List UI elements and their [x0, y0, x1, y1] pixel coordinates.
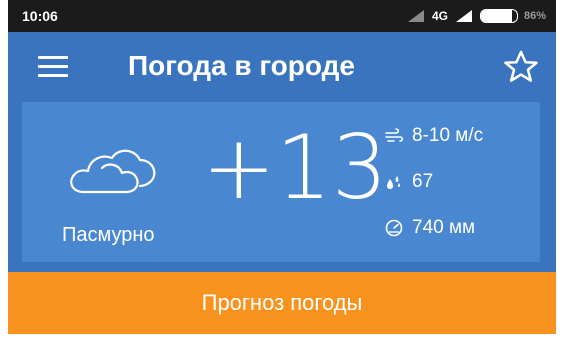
status-time: 10:06 — [22, 8, 58, 24]
forecast-button[interactable]: Прогноз погоды — [8, 272, 556, 334]
network-type: 4G — [431, 9, 448, 23]
humidity-icon — [387, 176, 400, 189]
battery-percent: 86% — [523, 10, 546, 22]
wind-icon — [385, 128, 404, 142]
battery-icon — [479, 9, 518, 23]
gauge-icon — [385, 219, 403, 237]
star-outline-icon[interactable] — [502, 48, 540, 86]
signal-icon — [455, 10, 472, 22]
weather-screen: 10:06 4G 86% Погода в городе Пасмурно +1… — [0, 0, 564, 340]
status-indicators: 4G 86% — [406, 6, 546, 26]
humidity-value: 67 — [412, 171, 434, 192]
weather-card: Пасмурно +13 8-10 м/с 67 740 мм — [22, 102, 540, 262]
menu-icon[interactable] — [38, 56, 68, 78]
pressure-value: 740 мм — [412, 217, 476, 238]
weather-condition: Пасмурно — [62, 224, 155, 246]
humidity-row: 67 — [384, 166, 483, 198]
wind-value: 8-10 м/с — [412, 125, 484, 146]
status-bar: 10:06 4G 86% — [8, 0, 556, 32]
signal-icon — [407, 10, 424, 22]
cloud-icon — [70, 149, 156, 194]
temperature-value: +13 — [202, 116, 388, 219]
weather-details: 8-10 м/с 67 740 мм — [384, 120, 483, 258]
battery-level — [480, 10, 512, 22]
forecast-button-label: Прогноз погоды — [201, 290, 363, 315]
page-title: Погода в городе — [128, 50, 355, 81]
wind-row: 8-10 м/с — [384, 120, 483, 152]
pressure-row: 740 мм — [384, 212, 483, 244]
app-bar: Погода в городе — [8, 32, 556, 102]
